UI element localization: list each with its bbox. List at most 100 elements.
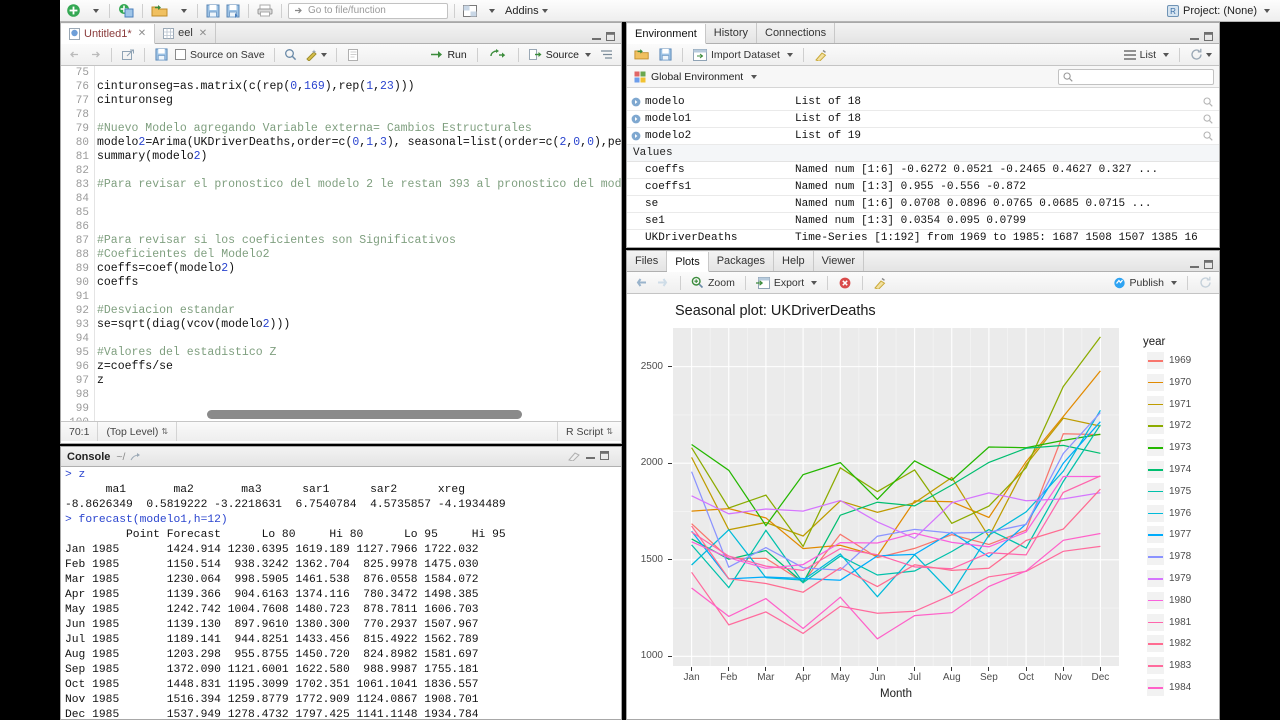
- global-environment-selector[interactable]: Global Environment: [632, 68, 759, 86]
- new-project-button[interactable]: [116, 2, 136, 20]
- plots-window-controls: [1190, 260, 1219, 271]
- maximize-icon[interactable]: [600, 451, 609, 460]
- tab-files[interactable]: Files: [627, 251, 668, 271]
- plots-pane: Files Plots Packages Help Viewer Zoom Export: [626, 250, 1220, 720]
- environment-row[interactable]: coeffs1 Named num [1:3] 0.955 -0.556 -0.8…: [627, 179, 1219, 196]
- tab-label: Help: [782, 255, 805, 267]
- minimize-icon[interactable]: [586, 451, 595, 460]
- addins-button[interactable]: Addins: [501, 2, 550, 20]
- goto-placeholder-text: Go to file/function: [308, 5, 386, 16]
- line-number: 85: [75, 207, 89, 219]
- next-plot-button[interactable]: [654, 274, 672, 292]
- tab-history[interactable]: History: [706, 23, 757, 43]
- clear-all-plots-button[interactable]: [871, 274, 889, 292]
- tab-packages[interactable]: Packages: [709, 251, 775, 271]
- minimize-icon[interactable]: [592, 32, 601, 41]
- view-object-icon[interactable]: [1197, 114, 1219, 124]
- document-outline-icon[interactable]: [597, 46, 615, 64]
- expand-icon[interactable]: [627, 97, 645, 107]
- tab-plots[interactable]: Plots: [667, 252, 709, 272]
- open-file-menu-button[interactable]: [173, 2, 191, 20]
- expand-icon[interactable]: [627, 131, 645, 141]
- source-button[interactable]: Source: [528, 49, 591, 61]
- scope-selector[interactable]: (Top Level) ⇅: [98, 422, 178, 441]
- clear-console-icon[interactable]: [568, 451, 581, 461]
- refresh-button[interactable]: [1188, 46, 1214, 64]
- zoom-button[interactable]: Zoom: [689, 274, 737, 292]
- environment-search-input[interactable]: [1058, 68, 1214, 85]
- chart-legend-label: 1978: [1169, 551, 1192, 563]
- source-tab-untitled1[interactable]: Untitled1* ✕: [61, 24, 156, 44]
- import-dataset-button[interactable]: Import Dataset: [691, 46, 795, 64]
- expand-icon[interactable]: [627, 114, 645, 124]
- chart-legend-swatch: [1147, 504, 1164, 522]
- view-mode-button[interactable]: List: [1122, 46, 1171, 64]
- back-arrow-icon[interactable]: [65, 46, 83, 64]
- chart-legend-swatch: [1147, 461, 1164, 478]
- editor-horizontal-scrollbar[interactable]: [97, 410, 619, 420]
- environment-row[interactable]: se1 Named num [1:3] 0.0354 0.095 0.0799: [627, 213, 1219, 230]
- console-output[interactable]: > z ma1 ma2 ma3 sar1 sar2 xreg -8.8626349…: [61, 467, 621, 719]
- minimize-icon[interactable]: [1190, 32, 1199, 41]
- file-type-selector[interactable]: R Script ⇅: [556, 422, 621, 441]
- minimize-icon[interactable]: [1190, 260, 1199, 269]
- environment-object-list[interactable]: modelo List of 18 modelo1 List of 18 modelo2…: [627, 88, 1219, 246]
- save-all-button[interactable]: [224, 2, 242, 20]
- workspace-panes-menu-button[interactable]: [481, 2, 499, 20]
- environment-row[interactable]: UKDriverDeaths Time-Series [1:192] from 1…: [627, 230, 1219, 246]
- code-text-area[interactable]: cinturonseg=as.matrix(c(rep(0,169),rep(1…: [97, 66, 621, 421]
- run-label: Run: [447, 48, 467, 61]
- environment-object-name: modelo2: [645, 130, 692, 142]
- environment-row[interactable]: modelo List of 18: [627, 94, 1219, 111]
- code-tools-icon[interactable]: [303, 46, 329, 64]
- environment-row[interactable]: coeffs Named num [1:6] -0.6272 0.0521 -0.…: [627, 162, 1219, 179]
- scrollbar-thumb[interactable]: [207, 410, 522, 419]
- load-workspace-button[interactable]: [632, 46, 652, 64]
- previous-plot-button[interactable]: [632, 274, 650, 292]
- run-button[interactable]: Run: [430, 48, 467, 61]
- global-toolbar: Go to file/function Addins R Project: (N…: [60, 0, 1280, 22]
- remove-plot-button[interactable]: [836, 274, 854, 292]
- new-file-button[interactable]: [64, 2, 83, 20]
- maximize-icon[interactable]: [1204, 32, 1213, 41]
- view-object-icon[interactable]: [1197, 97, 1219, 107]
- clear-objects-button[interactable]: [812, 46, 830, 64]
- tab-connections[interactable]: Connections: [757, 23, 836, 43]
- tab-viewer[interactable]: Viewer: [814, 251, 865, 271]
- goto-file-function-input[interactable]: Go to file/function: [288, 2, 448, 19]
- close-icon[interactable]: ✕: [199, 28, 207, 39]
- compile-report-icon[interactable]: [344, 46, 362, 64]
- find-replace-icon[interactable]: [282, 46, 300, 64]
- project-area[interactable]: R Project: (None): [1167, 4, 1276, 17]
- open-file-button[interactable]: [149, 2, 171, 20]
- refresh-plot-button[interactable]: [1196, 274, 1214, 292]
- code-editor[interactable]: 75 76 77 78 79 80 81 82 83 84 85 86 87 88 89 90 91 92 93 94…: [61, 66, 621, 421]
- publish-button[interactable]: Publish: [1111, 274, 1179, 292]
- print-button[interactable]: [255, 2, 275, 20]
- zoom-label: Zoom: [708, 276, 735, 289]
- chart-legend-item: 1981: [1147, 613, 1191, 631]
- forward-arrow-icon[interactable]: [86, 46, 104, 64]
- save-button[interactable]: [204, 2, 222, 20]
- tab-environment[interactable]: Environment: [627, 24, 706, 44]
- save-button[interactable]: [152, 46, 170, 64]
- plot-output-canvas[interactable]: Seasonal plot: UKDriverDeaths 1000 1500 20…: [627, 294, 1219, 719]
- environment-row[interactable]: modelo2 List of 19: [627, 128, 1219, 145]
- console-popout-icon[interactable]: [130, 452, 141, 462]
- view-object-icon[interactable]: [1197, 131, 1219, 141]
- tab-help[interactable]: Help: [774, 251, 814, 271]
- close-icon[interactable]: ✕: [138, 28, 146, 39]
- environment-row[interactable]: modelo1 List of 18: [627, 111, 1219, 128]
- chart-y-tick-mark: [668, 462, 672, 464]
- maximize-icon[interactable]: [1204, 260, 1213, 269]
- workspace-panes-button[interactable]: [461, 2, 479, 20]
- source-on-save-checkbox[interactable]: Source on Save: [173, 46, 267, 64]
- new-file-menu-button[interactable]: [85, 2, 103, 20]
- show-in-new-window-icon[interactable]: [119, 46, 137, 64]
- environment-row[interactable]: se Named num [1:6] 0.0708 0.0896 0.0765 0…: [627, 196, 1219, 213]
- maximize-icon[interactable]: [606, 32, 615, 41]
- save-workspace-button[interactable]: [656, 46, 674, 64]
- source-tab-eel[interactable]: eel ✕: [155, 23, 217, 43]
- export-button[interactable]: Export: [754, 274, 819, 292]
- re-run-icon[interactable]: [488, 46, 508, 64]
